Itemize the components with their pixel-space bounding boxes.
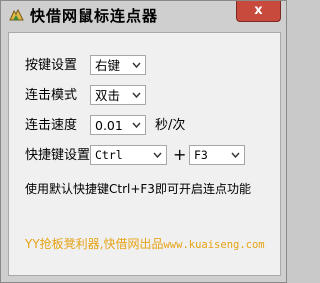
chevron-down-icon [231,152,240,158]
click-speed-select[interactable]: 0.01 [90,115,146,135]
title-bar[interactable]: 快借网鼠标连点器 x [1,1,286,31]
main-panel: 按键设置 右键 连击模式 双击 连击速度 0.01 秒/次 快捷键设置 Ctrl… [8,32,281,276]
chevron-down-icon [132,62,141,68]
chevron-down-icon [132,122,141,128]
click-mode-label: 连击模式 [25,88,78,103]
close-button[interactable]: x [236,1,281,22]
window-title: 快借网鼠标连点器 [30,7,159,25]
click-speed-value: 0.01 [95,118,123,133]
click-mode-select[interactable]: 双击 [90,85,146,105]
app-window: 快借网鼠标连点器 x 按键设置 右键 连击模式 双击 连击速度 0.01 秒/次… [0,0,287,283]
button-setting-value: 右键 [95,58,121,73]
mouse-app-icon [9,8,24,22]
hotkey-label: 快捷键设置 [25,148,91,163]
usage-hint: 使用默认快捷键Ctrl+F3即可开启连点功能 [25,182,251,196]
footer-credit: YY抢板凳利器,快借网出品www.kuaiseng.com [25,237,265,253]
hotkey-key-value: F3 [194,148,208,162]
button-setting-label: 按键设置 [25,58,78,73]
footer-text: YY抢板凳利器,快借网出品 [25,237,164,251]
chevron-down-icon [132,92,141,98]
button-setting-select[interactable]: 右键 [90,55,146,75]
close-icon: x [254,3,263,18]
hotkey-plus-sign: + [173,145,187,164]
footer-url[interactable]: www.kuaiseng.com [163,239,264,251]
chevron-down-icon [153,152,162,158]
hotkey-key-select[interactable]: F3 [189,145,245,165]
click-speed-label: 连击速度 [25,118,78,133]
click-mode-value: 双击 [95,88,121,103]
click-speed-unit: 秒/次 [155,118,186,133]
hotkey-modifier-value: Ctrl [95,148,123,162]
hotkey-modifier-select[interactable]: Ctrl [90,145,167,165]
